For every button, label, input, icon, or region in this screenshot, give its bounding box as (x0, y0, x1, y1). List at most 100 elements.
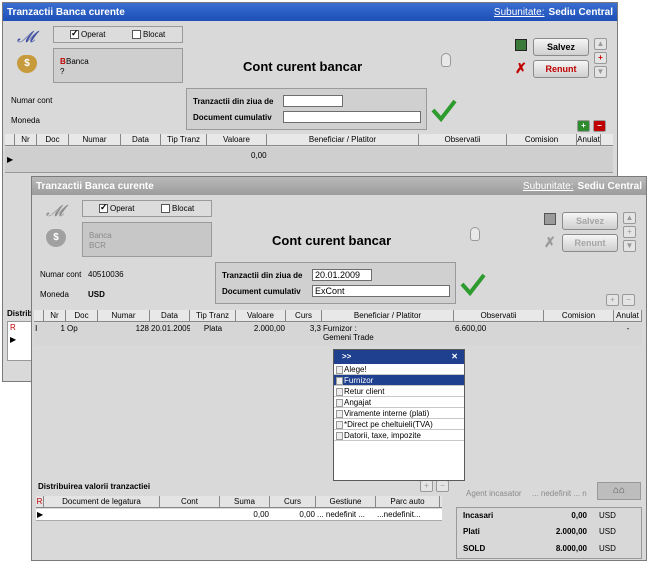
beneficiar-cell[interactable]: Furnizor : Gemeni Trade (322, 323, 454, 345)
plati-currency: USD (599, 527, 616, 536)
dropdown-item-retur-client[interactable]: Retur client (334, 386, 464, 397)
dropdown-item-angajat[interactable]: Angajat (334, 397, 464, 408)
document-input[interactable] (283, 111, 421, 123)
add-row-button[interactable]: + (606, 294, 619, 306)
table-row[interactable]: Ⅰ 1 Op 128 20.01.2009 Plata 2.000,00 3,3… (34, 323, 642, 345)
summary-panel: Incasari 0,00 USD Plati 2.000,00 USD SOL… (456, 507, 642, 559)
down-arrow-button[interactable]: ▼ (594, 66, 607, 78)
banca-label: Banca (66, 57, 89, 66)
row-pointer-icon: ▶ (37, 510, 44, 519)
save-disk-icon (544, 213, 556, 225)
moneda-value: USD (88, 290, 105, 299)
moneda-label: Moneda (40, 290, 69, 299)
cont-label: Numar cont (11, 96, 53, 105)
dropdown-item-datorii[interactable]: Datorii, taxe, impozite (334, 430, 464, 441)
back-window-title: Tranzactii Banca curente (7, 6, 125, 18)
distrib-add-button[interactable]: + (420, 480, 433, 492)
save-button[interactable]: Salvez (562, 212, 618, 230)
delete-row-button[interactable]: − (622, 294, 635, 306)
app-logo-icon: 𝓜 (46, 201, 64, 220)
row-pointer-icon: ▶ (7, 155, 14, 164)
sold-currency: USD (599, 544, 616, 553)
banca-label: Banca (89, 231, 112, 240)
document-label: Document cumulativ (222, 287, 301, 296)
delete-row-button[interactable]: − (593, 120, 606, 132)
add-record-button[interactable]: + (594, 52, 607, 64)
confirm-check-icon[interactable] (431, 98, 457, 122)
add-record-button[interactable]: + (623, 226, 636, 238)
beneficiar-type-dropdown[interactable]: >> ✕ Alege! Furnizor Retur client Angaja… (333, 349, 465, 481)
subunit-value: Sediu Central (548, 6, 613, 18)
banca-value: BCR (89, 241, 106, 250)
banca-value: ? (60, 67, 65, 76)
agent-value[interactable]: ... nedefinit ... n (532, 489, 587, 498)
operat-checkbox[interactable]: Operat (70, 28, 105, 40)
cancel-button[interactable]: Renunt (533, 60, 589, 78)
back-grid-body[interactable]: ▶ 0,00 (5, 147, 613, 173)
row-cursor-icon: Ⅰ (35, 324, 38, 333)
subunit-label: Subunitate: (493, 6, 545, 18)
cancel-button[interactable]: Renunt (562, 234, 618, 252)
blocat-checkbox[interactable]: Blocat (161, 204, 194, 214)
sold-label: SOLD (463, 544, 486, 553)
dropdown-item-viramente[interactable]: Viramente interne (plati) (334, 408, 464, 419)
add-row-button[interactable]: + (577, 120, 590, 132)
tranzactii-label: Tranzactii din ziua de (222, 271, 303, 280)
document-label: Document cumulativ (193, 113, 272, 122)
tranzactii-label: Tranzactii din ziua de (193, 97, 274, 106)
subunit-value: Sediu Central (577, 180, 642, 192)
incasari-label: Incasari (463, 511, 494, 520)
distrib-delete-button[interactable]: − (436, 480, 449, 492)
distrib-grid-header: R Document de legatura Cont Suma Curs Ge… (36, 496, 442, 508)
moneda-label: Moneda (11, 116, 40, 125)
save-button[interactable]: Salvez (533, 38, 589, 56)
plati-value: 2.000,00 (555, 527, 587, 536)
back-row-value: 0,00 (251, 151, 267, 160)
app-logo-icon: 𝓜 (17, 27, 35, 46)
confirm-check-icon[interactable] (460, 272, 486, 296)
tranzactii-date-input[interactable]: 20.01.2009 (312, 269, 372, 281)
up-arrow-button[interactable]: ▲ (623, 212, 636, 224)
distrib-row[interactable]: ▶ 0,00 0,00 ... nedefinit ... ...nedefin… (36, 509, 442, 521)
lightbulb-icon (470, 227, 480, 241)
filter-panel: Tranzactii din ziua de Document cumulati… (186, 88, 427, 130)
banca-panel[interactable]: B Banca ? (53, 48, 183, 83)
page-heading: Cont curent bancar (272, 233, 392, 248)
incasari-value: 0,00 (571, 511, 587, 520)
front-grid-body[interactable]: Ⅰ 1 Op 128 20.01.2009 Plata 2.000,00 3,3… (34, 323, 642, 345)
front-window-titlebar[interactable]: Tranzactii Banca curente Subunitate: Sedi… (32, 177, 646, 195)
up-arrow-button[interactable]: ▲ (594, 38, 607, 50)
document-input[interactable]: ExCont (312, 285, 450, 297)
cancel-x-icon: ✗ (515, 60, 527, 76)
close-icon[interactable]: ✕ (451, 350, 458, 364)
save-disk-icon (515, 39, 527, 51)
back-window-titlebar[interactable]: Tranzactii Banca curente Subunitate: Sedi… (3, 3, 617, 21)
plati-label: Plati (463, 527, 480, 536)
front-grid-header: Nr Doc Numar Data Tip Tranz Valoare Curs… (34, 310, 642, 322)
blocat-checkbox[interactable]: Blocat (132, 30, 165, 40)
incasari-currency: USD (599, 511, 616, 520)
status-panel: Operat Blocat (82, 200, 212, 217)
agent-houses-icon[interactable]: ⌂⌂ (597, 482, 641, 500)
back-grid-header: Nr Doc Numar Data Tip Tranz Valoare Bene… (5, 134, 613, 146)
dropdown-titlebar: >> ✕ (334, 350, 464, 364)
tranzactii-date-input[interactable] (283, 95, 343, 107)
money-bag-icon: $ (17, 55, 37, 73)
sold-value: 8.000,00 (555, 544, 587, 553)
cont-value: 40510036 (88, 270, 124, 279)
dropdown-item-direct-cheltuieli[interactable]: *Direct pe cheltuieli(TVA) (334, 419, 464, 430)
dropdown-item-furnizor[interactable]: Furnizor (334, 375, 464, 386)
distrib-title: Distribuirea valorii tranzactiei (38, 482, 151, 491)
front-window-title: Tranzactii Banca curente (36, 180, 154, 192)
agent-label: Agent incasator (466, 489, 522, 498)
banca-panel[interactable]: Banca BCR (82, 222, 212, 257)
down-arrow-button[interactable]: ▼ (623, 240, 636, 252)
cont-label: Numar cont (40, 270, 82, 279)
page-heading: Cont curent bancar (243, 59, 363, 74)
cancel-x-icon: ✗ (544, 234, 556, 250)
operat-checkbox[interactable]: Operat (99, 202, 134, 214)
dropdown-item-alege[interactable]: Alege! (334, 364, 464, 375)
filter-panel: Tranzactii din ziua de 20.01.2009 Docume… (215, 262, 456, 304)
money-bag-icon: $ (46, 229, 66, 247)
back-distrib-label: Distrib (7, 309, 33, 318)
